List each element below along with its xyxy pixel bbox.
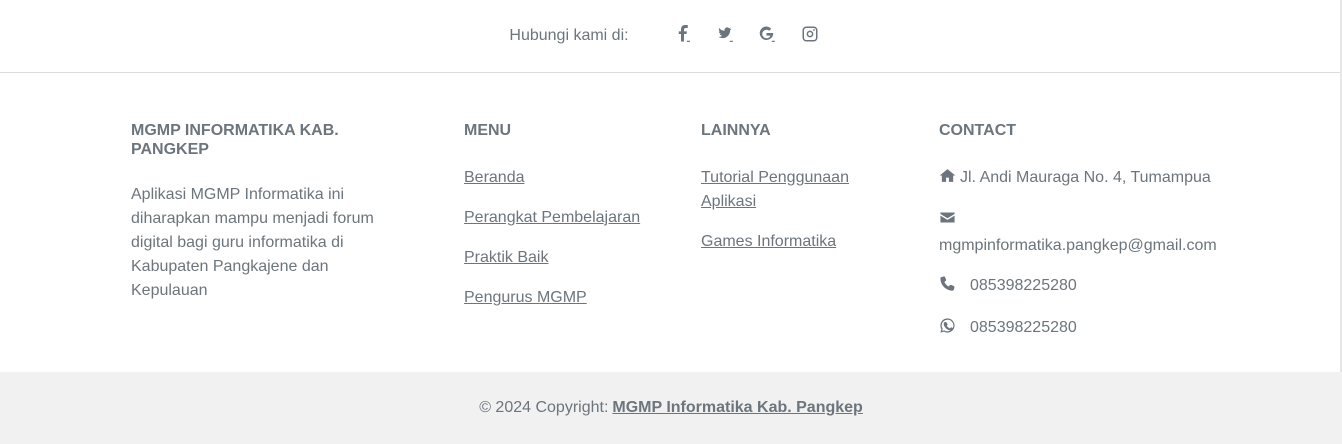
about-title: MGMP INFORMATIKA KAB. PANGKEP xyxy=(131,122,339,158)
contact-column: CONTACT Jl. Andi Mauraga No. 4, Tumampua… xyxy=(939,121,1239,358)
instagram-link[interactable] xyxy=(799,25,821,47)
contact-list: Jl. Andi Mauraga No. 4, Tumampua mgmpinf… xyxy=(939,166,1239,342)
social-label: Hubungi kami di: xyxy=(509,27,629,44)
other-link-games[interactable]: Games Informatika xyxy=(701,233,836,250)
google-icon xyxy=(759,25,777,48)
social-links xyxy=(663,24,831,48)
list-item: Beranda xyxy=(464,166,644,190)
contact-email: mgmpinformatika.pangkep@gmail.com xyxy=(939,208,1239,258)
google-link[interactable] xyxy=(757,25,779,47)
menu-link-praktik-baik[interactable]: Praktik Baik xyxy=(464,249,548,266)
menu-link-pengurus-mgmp[interactable]: Pengurus MGMP xyxy=(464,289,587,306)
footer-page: Hubungi kami di: MGMP INFORMATIKA KAB. P… xyxy=(0,0,1342,444)
phone-icon xyxy=(939,275,956,300)
contact-whatsapp-text: 085398225280 xyxy=(970,319,1077,336)
list-item: Praktik Baik xyxy=(464,246,644,270)
copyright-link[interactable]: MGMP Informatika Kab. Pangkep xyxy=(612,399,862,417)
list-item: Games Informatika xyxy=(701,230,881,254)
contact-address-text: Jl. Andi Mauraga No. 4, Tumampua xyxy=(960,169,1211,186)
menu-column: MENU Beranda Perangkat Pembelajaran Prak… xyxy=(464,121,644,326)
facebook-link[interactable] xyxy=(673,24,695,48)
about-column: MGMP INFORMATIKA KAB. PANGKEP Aplikasi M… xyxy=(131,121,391,303)
contact-title: CONTACT xyxy=(939,122,1017,139)
social-bar: Hubungi kami di: xyxy=(0,0,1340,73)
envelope-icon xyxy=(939,209,956,234)
whatsapp-icon xyxy=(939,317,956,342)
about-text: Aplikasi MGMP Informatika ini diharapkan… xyxy=(131,186,374,299)
list-item: Pengurus MGMP xyxy=(464,286,644,310)
contact-phone: 085398225280 xyxy=(939,274,1239,300)
instagram-icon xyxy=(801,25,819,48)
list-item: Perangkat Pembelajaran xyxy=(464,206,644,230)
other-title: LAINNYA xyxy=(701,122,771,139)
copyright-prefix: © 2024 Copyright: xyxy=(479,399,609,416)
other-link-tutorial[interactable]: Tutorial Penggunaan Aplikasi xyxy=(701,169,849,210)
contact-phone-text: 085398225280 xyxy=(970,277,1077,294)
menu-title: MENU xyxy=(464,122,512,139)
menu-link-beranda[interactable]: Beranda xyxy=(464,169,525,186)
contact-email-text: mgmpinformatika.pangkep@gmail.com xyxy=(939,237,1217,254)
other-column: LAINNYA Tutorial Penggunaan Aplikasi Gam… xyxy=(701,121,881,270)
contact-address: Jl. Andi Mauraga No. 4, Tumampua xyxy=(939,166,1239,192)
facebook-icon xyxy=(675,24,693,48)
twitter-icon xyxy=(717,25,735,48)
contact-whatsapp: 085398225280 xyxy=(939,316,1239,342)
footer-main: MGMP INFORMATIKA KAB. PANGKEP Aplikasi M… xyxy=(0,73,1340,372)
other-list: Tutorial Penggunaan Aplikasi Games Infor… xyxy=(701,166,881,254)
twitter-link[interactable] xyxy=(715,25,737,47)
menu-list: Beranda Perangkat Pembelajaran Praktik B… xyxy=(464,166,644,310)
copyright-bar: © 2024 Copyright: MGMP Informatika Kab. … xyxy=(0,372,1342,444)
menu-link-perangkat-pembelajaran[interactable]: Perangkat Pembelajaran xyxy=(464,209,640,226)
list-item: Tutorial Penggunaan Aplikasi xyxy=(701,166,881,214)
home-icon xyxy=(939,167,956,192)
